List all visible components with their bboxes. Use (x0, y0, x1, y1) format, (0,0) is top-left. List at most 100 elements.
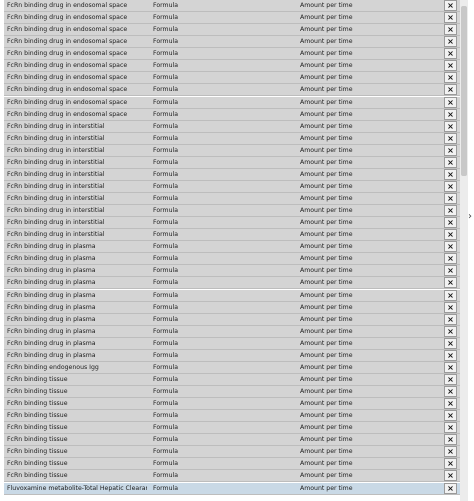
table-row[interactable]: FcRn binding tissue Formula Amount per tim… (4, 410, 460, 423)
table-row[interactable]: FcRn binding drug in plasma Formula Amount… (4, 253, 460, 266)
table-row[interactable]: FcRn binding tissue Formula Amount per tim… (4, 422, 460, 435)
delete-row-button[interactable]: × (444, 241, 457, 253)
delete-row-button[interactable]: × (444, 458, 457, 470)
table-row[interactable]: FcRn binding tissue Formula Amount per tim… (4, 373, 460, 386)
table-row[interactable]: FcRn binding tissue Formula Amount per tim… (4, 446, 460, 459)
table-row[interactable]: FcRn binding drug in endosomal space Form… (4, 48, 460, 61)
table-row[interactable]: FcRn binding drug in plasma Formula Amount… (4, 277, 460, 290)
table-row[interactable]: FcRn binding drug in interstitial Formula… (4, 193, 460, 205)
delete-row-button[interactable]: × (444, 398, 457, 410)
table-row[interactable]: FcRn binding drug in interstitial Formula… (4, 180, 460, 193)
row-formula-type: Formula (153, 279, 179, 287)
delete-row-button[interactable]: × (444, 24, 457, 36)
delete-row-button[interactable]: × (444, 349, 457, 361)
row-formula-type: Formula (153, 363, 179, 371)
delete-row-button[interactable]: × (444, 120, 457, 132)
delete-row-button[interactable]: × (444, 132, 457, 144)
table-row[interactable]: FcRn binding endogenous Igg Formula Amount… (4, 361, 460, 374)
table-row[interactable]: FcRn binding drug in plasma Formula Amount… (4, 265, 460, 278)
delete-row-button[interactable]: × (444, 422, 457, 434)
delete-row-button[interactable]: × (444, 12, 457, 24)
table-row[interactable]: FcRn binding drug in plasma Formula Amount… (4, 337, 460, 350)
scrollbar-thumb[interactable] (461, 6, 467, 176)
table-row[interactable]: FcRn binding drug in endosomal space Form… (4, 60, 460, 73)
table-row[interactable]: FcRn binding drug in endosomal space Form… (4, 108, 460, 121)
table-row[interactable]: FcRn binding drug in endosomal space Form… (4, 24, 460, 37)
delete-row-button[interactable]: × (444, 217, 457, 229)
table-row[interactable]: FcRn binding drug in plasma Formula Amount… (4, 325, 460, 338)
delete-row-button[interactable]: × (444, 470, 457, 482)
delete-row-button[interactable]: × (444, 313, 457, 325)
table-row[interactable]: FcRn binding drug in interstitial Formula… (4, 132, 460, 145)
table-row[interactable]: FcRn binding drug in plasma Formula Amount… (4, 313, 460, 326)
row-name: FcRn binding drug in plasma (7, 279, 96, 287)
table-row[interactable]: FcRn binding drug in endosomal space Form… (4, 72, 460, 85)
delete-row-button[interactable]: × (444, 72, 457, 84)
table-row[interactable]: FcRn binding drug in plasma Formula Amount… (4, 349, 460, 362)
delete-row-button[interactable]: × (444, 277, 457, 289)
delete-row-button[interactable]: × (444, 289, 457, 301)
delete-row-button[interactable]: × (444, 410, 457, 422)
table-row[interactable]: FcRn binding drug in plasma Formula Amount… (4, 301, 460, 314)
row-formula-type: Formula (153, 472, 179, 480)
table-row[interactable]: FcRn binding tissue Formula Amount per tim… (4, 398, 460, 411)
delete-row-button[interactable]: × (444, 180, 457, 192)
delete-row-button[interactable]: × (444, 265, 457, 277)
table-row[interactable]: FcRn binding drug in endosomal space Form… (4, 0, 460, 12)
row-formula-type: Formula (153, 146, 179, 154)
table-row[interactable]: FcRn binding drug in interstitial Formula… (4, 144, 460, 157)
delete-row-button[interactable]: × (444, 144, 457, 156)
delete-row-button[interactable]: × (444, 36, 457, 48)
row-name: FcRn binding drug in plasma (7, 315, 96, 323)
delete-row-button[interactable]: × (444, 253, 457, 265)
delete-row-button[interactable]: × (444, 301, 457, 313)
delete-row-button[interactable]: × (444, 193, 457, 204)
panel-expander-icon[interactable]: › (468, 210, 474, 224)
table-row[interactable]: FcRn binding drug in interstitial Formula… (4, 229, 460, 242)
delete-row-button[interactable]: × (444, 0, 457, 11)
table-row[interactable]: FcRn binding drug in interstitial Formula… (4, 120, 460, 133)
table-row[interactable]: FcRn binding drug in interstitial Formula… (4, 156, 460, 169)
table-row[interactable]: FcRn binding drug in endosomal space Form… (4, 36, 460, 49)
delete-row-button[interactable]: × (444, 325, 457, 337)
table-row[interactable]: FcRn binding tissue Formula Amount per tim… (4, 458, 460, 471)
close-icon: × (447, 73, 454, 83)
table-row[interactable]: FcRn binding drug in interstitial Formula… (4, 168, 460, 181)
table-row[interactable]: FcRn binding tissue Formula Amount per tim… (4, 434, 460, 447)
table-row[interactable]: FcRn binding tissue Formula Amount per tim… (4, 470, 460, 483)
table-row[interactable]: FcRn binding tissue Formula Amount per tim… (4, 386, 460, 398)
delete-row-button[interactable]: × (444, 96, 457, 108)
table-row[interactable]: Fluvoxamine metabolite-Total Hepatic Cle… (4, 482, 460, 495)
table-row[interactable]: FcRn binding drug in interstitial Formula… (4, 217, 460, 230)
delete-row-button[interactable]: × (444, 361, 457, 373)
delete-row-button[interactable]: × (444, 48, 457, 60)
delete-row-button[interactable]: × (444, 386, 457, 397)
row-formula-type: Formula (153, 255, 179, 263)
vertical-scrollbar[interactable] (460, 0, 468, 501)
delete-row-button[interactable]: × (444, 337, 457, 349)
delete-row-button[interactable]: × (444, 229, 457, 241)
table-row[interactable]: FcRn binding drug in endosomal space Form… (4, 84, 460, 97)
delete-row-button[interactable]: × (444, 156, 457, 168)
table-row[interactable]: FcRn binding drug in interstitial Formula… (4, 205, 460, 218)
row-formula-type: Formula (153, 98, 179, 106)
table-row[interactable]: FcRn binding drug in endosomal space Form… (4, 12, 460, 25)
delete-row-button[interactable]: × (444, 60, 457, 72)
delete-row-button[interactable]: × (444, 168, 457, 180)
delete-row-button[interactable]: × (444, 205, 457, 217)
table-row[interactable]: FcRn binding drug in plasma Formula Amount… (4, 289, 460, 302)
delete-row-button[interactable]: × (444, 373, 457, 385)
row-dimension: Amount per time (300, 134, 353, 142)
close-icon: × (447, 290, 454, 300)
row-dimension: Amount per time (300, 291, 353, 299)
table-row[interactable]: FcRn binding drug in plasma Formula Amount… (4, 241, 460, 254)
delete-row-button[interactable]: × (444, 434, 457, 446)
row-formula-type: Formula (153, 412, 179, 420)
delete-row-button[interactable]: × (444, 108, 457, 120)
delete-row-button[interactable]: × (444, 84, 457, 96)
delete-row-button[interactable]: × (444, 482, 457, 494)
delete-row-button[interactable]: × (444, 446, 457, 458)
table-row[interactable]: FcRn binding drug in endosomal space Form… (4, 96, 460, 109)
row-formula-type: Formula (153, 375, 179, 383)
close-icon: × (447, 230, 454, 240)
